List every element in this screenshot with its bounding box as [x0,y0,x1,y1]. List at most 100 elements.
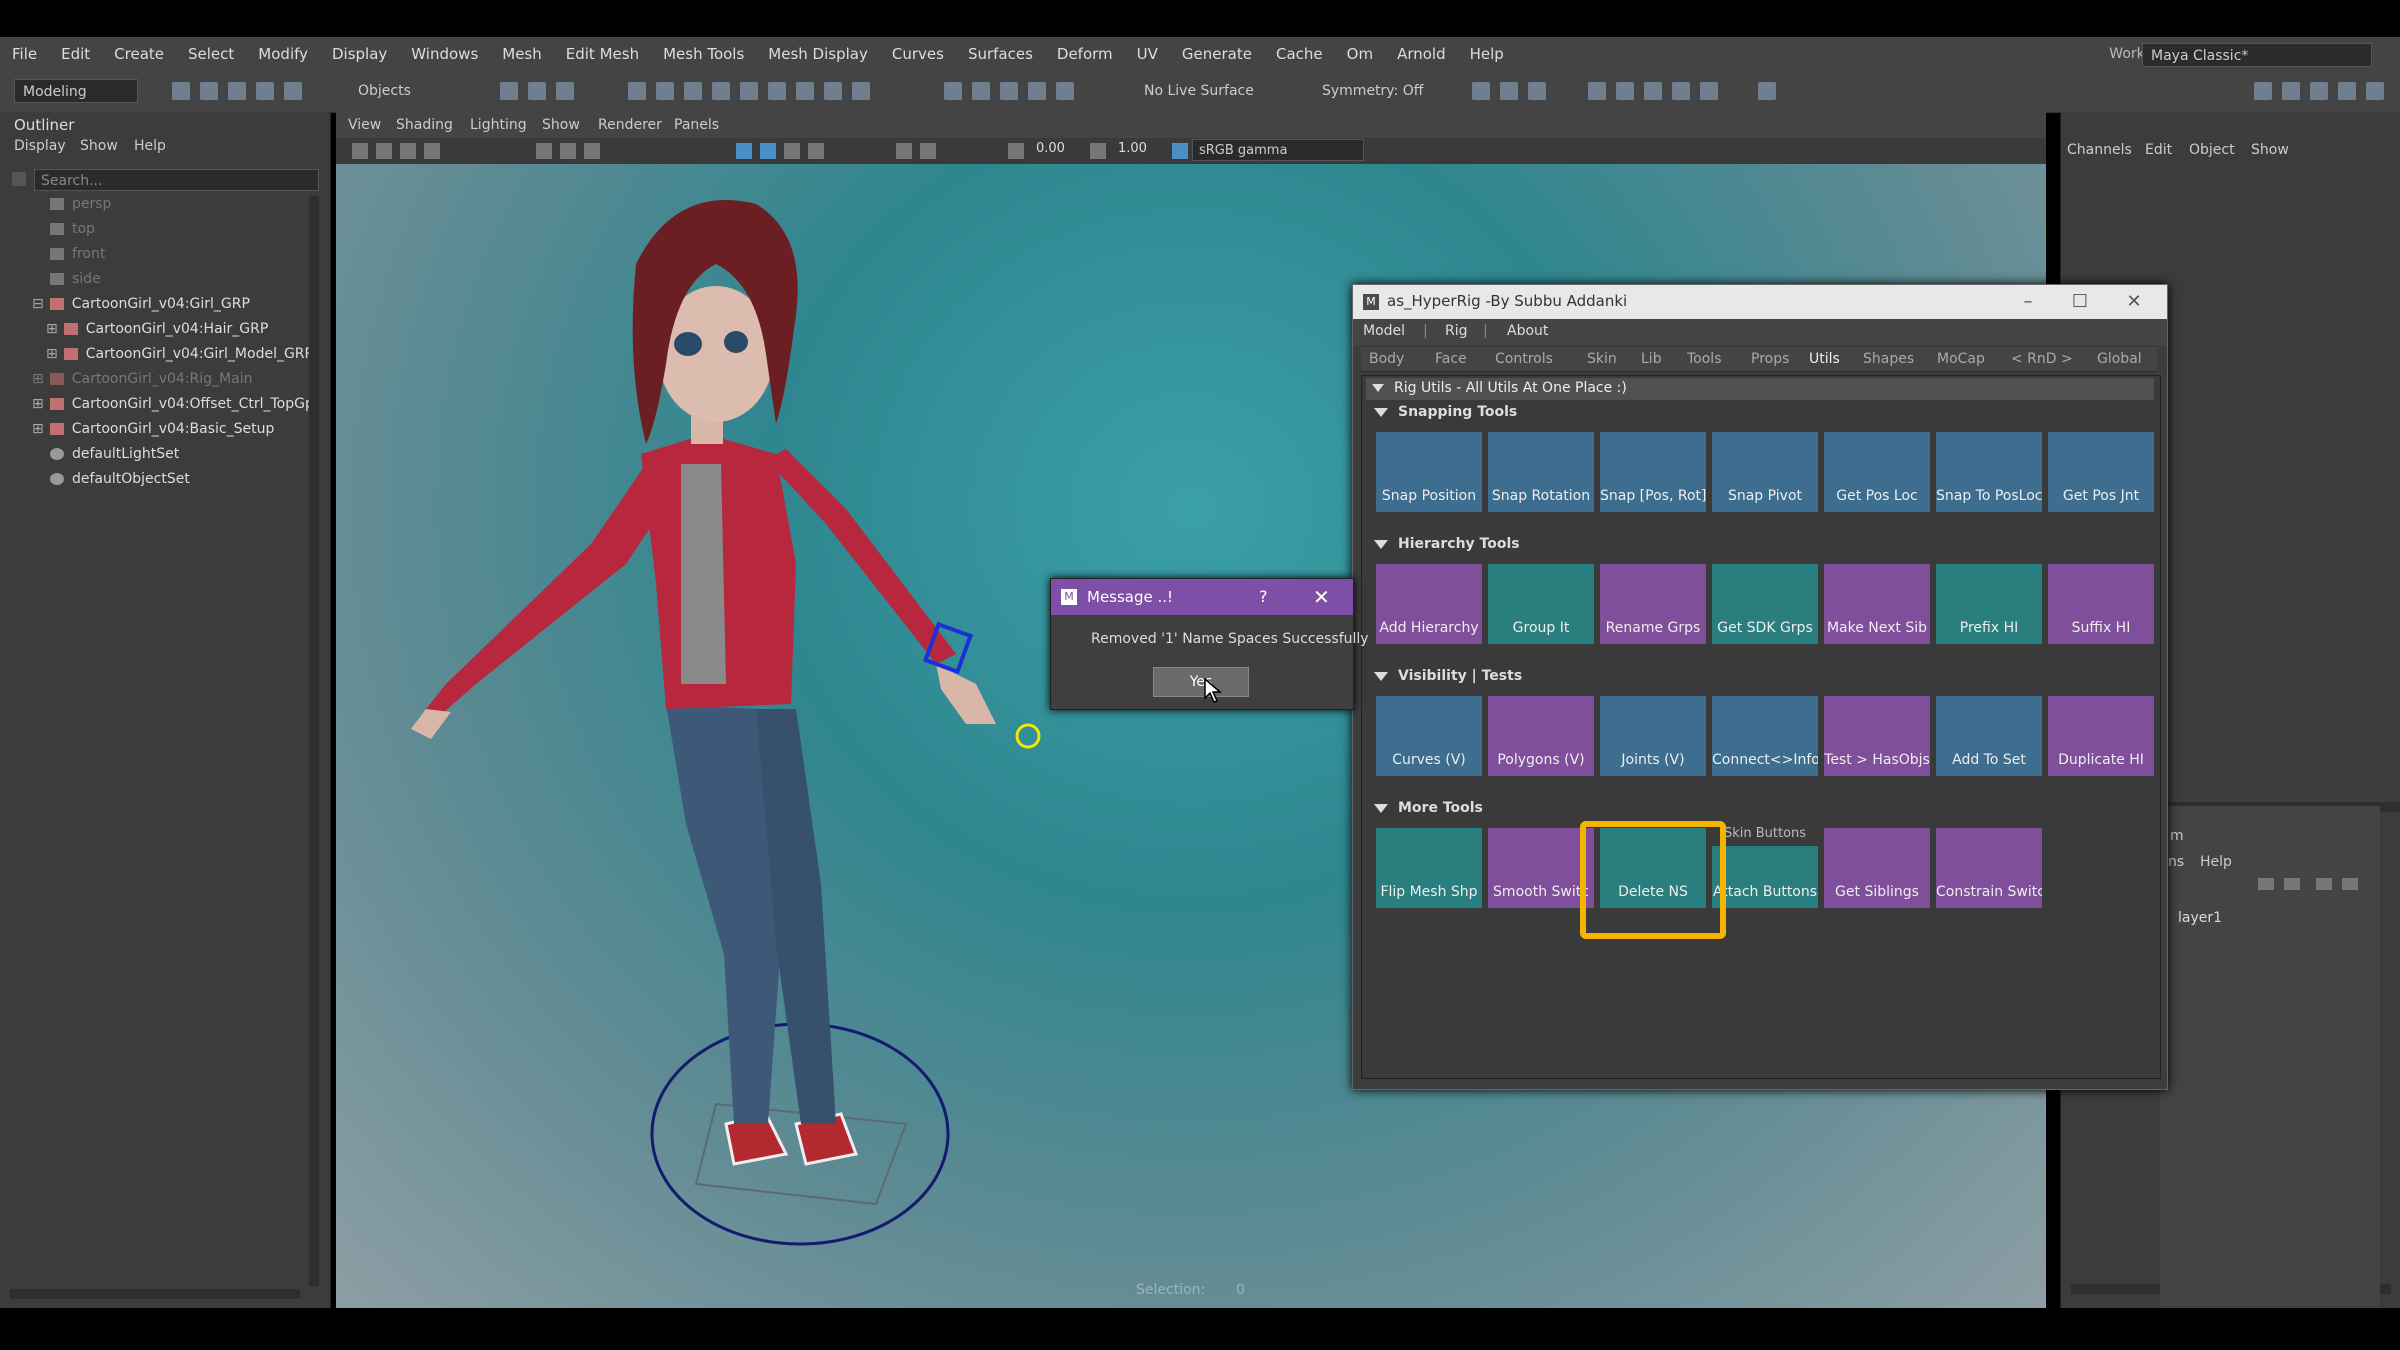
gamma-icon[interactable] [1090,143,1106,159]
menu-help[interactable]: Help [1458,45,1516,63]
get-sdk-grps-button[interactable]: Get SDK Grps [1712,564,1818,644]
layout-four-icon[interactable] [1616,82,1634,100]
attach-buttons-button[interactable]: Attach Buttons [1712,846,1818,908]
ik-control[interactable] [1015,723,1041,749]
section-hierarchy-tools[interactable]: Hierarchy Tools [1374,536,1520,552]
tab-shapes[interactable]: Shapes [1863,351,1914,367]
snap-face-icon[interactable] [824,82,842,100]
grid-toggle-icon[interactable] [536,143,552,159]
textured-icon[interactable] [784,143,800,159]
layout-stack-icon[interactable] [1672,82,1690,100]
menu-windows[interactable]: Windows [399,45,490,63]
expand-icon[interactable]: ⊞ [46,321,58,337]
viewport-menu-view[interactable]: View [348,117,381,133]
menu-mesh-tools[interactable]: Mesh Tools [651,45,756,63]
outliner-item-basic-setup[interactable]: ⊞ CartoonGirl_v04:Basic_Setup [32,421,274,437]
smooth-shade-icon[interactable] [760,143,776,159]
new-layer-selected-icon[interactable] [2342,878,2358,890]
tab-props[interactable]: Props [1751,351,1789,367]
rig-utils-header[interactable]: Rig Utils - All Utils At One Place :) [1366,378,2154,400]
snap-view-icon[interactable] [712,82,730,100]
snap-edge-icon[interactable] [796,82,814,100]
tab-face[interactable]: Face [1435,351,1467,367]
outliner-horizontal-scrollbar[interactable] [10,1289,300,1299]
snap-position-button[interactable]: Snap Position [1376,432,1482,512]
menu-select[interactable]: Select [176,45,246,63]
constrain-switch-button[interactable]: Constrain Switcl [1936,828,2042,908]
tab-controls[interactable]: Controls [1495,351,1553,367]
attribute-editor-icon[interactable] [2282,82,2300,100]
tab-utils[interactable]: Utils [1809,351,1840,367]
suffix-hi-button[interactable]: Suffix HI [2048,564,2154,644]
section-snapping-tools[interactable]: Snapping Tools [1374,404,1517,420]
open-scene-icon[interactable] [200,82,218,100]
outliner-search-input[interactable]: Search... [34,169,319,191]
snap-rotation-button[interactable]: Snap Rotation [1488,432,1594,512]
menu-surfaces[interactable]: Surfaces [956,45,1045,63]
xray-icon[interactable] [920,143,936,159]
menu-cache[interactable]: Cache [1264,45,1335,63]
layout-side-icon[interactable] [1644,82,1662,100]
snap-grid-icon[interactable] [628,82,646,100]
hyperrig-menu-rig[interactable]: Rig [1445,323,1468,339]
expand-icon[interactable]: ⊞ [46,346,58,362]
joints-visibility-button[interactable]: Joints (V) [1600,696,1706,776]
workspace-select[interactable]: Maya Classic* [2142,43,2372,67]
objects-select[interactable]: Objects [358,83,411,99]
save-scene-icon[interactable] [228,82,246,100]
smooth-switch-button[interactable]: Smooth Switc [1488,828,1594,908]
test-hasobjs-button[interactable]: Test > HasObjs [1824,696,1930,776]
lock-icon[interactable] [852,82,870,100]
outliner-item-rig-main[interactable]: ⊞ CartoonGirl_v04:Rig_Main [32,371,252,387]
lasso-tool-icon[interactable] [528,82,546,100]
tool-settings-icon[interactable] [1528,82,1546,100]
close-icon[interactable]: ✕ [2119,289,2149,315]
layer-menu-options[interactable]: ns [2168,854,2184,870]
outliner-menu-show[interactable]: Show [80,138,118,154]
history-icon[interactable] [944,82,962,100]
rename-grps-button[interactable]: Rename Grps [1600,564,1706,644]
live-surface-select[interactable]: No Live Surface [1144,83,1254,99]
layer-menu-help[interactable]: Help [2200,854,2232,870]
layer-move-up-icon[interactable] [2258,878,2274,890]
hyperrig-menu-model[interactable]: Model [1363,323,1405,339]
camera-select-icon[interactable] [352,143,368,159]
menu-arnold[interactable]: Arnold [1385,45,1458,63]
outliner-item-side[interactable]: side [50,271,101,287]
tab-global[interactable]: Global [2097,351,2142,367]
duplicate-hi-button[interactable]: Duplicate HI [2048,696,2154,776]
snap-curve-icon[interactable] [656,82,674,100]
outliner-menu-display[interactable]: Display [14,138,66,154]
menu-deform[interactable]: Deform [1045,45,1125,63]
channel-menu-show[interactable]: Show [2251,142,2289,158]
expand-icon[interactable]: ⊞ [32,371,44,387]
get-siblings-button[interactable]: Get Siblings [1824,828,1930,908]
ipr-icon[interactable] [1000,82,1018,100]
tab-lib[interactable]: Lib [1641,351,1662,367]
menu-uv[interactable]: UV [1125,45,1170,63]
render-icon[interactable] [972,82,990,100]
viewport-menu-renderer[interactable]: Renderer [598,117,662,133]
menu-file[interactable]: File [0,45,49,63]
tab-rnd[interactable]: < RnD > [2011,351,2073,367]
add-hierarchy-button[interactable]: Add Hierarchy [1376,564,1482,644]
tab-skin[interactable]: Skin [1587,351,1617,367]
flip-mesh-shp-button[interactable]: Flip Mesh Shp [1376,828,1482,908]
channel-menu-edit[interactable]: Edit [2145,142,2172,158]
symmetry-select[interactable]: Symmetry: Off [1322,83,1423,99]
wireframe-icon[interactable] [736,143,752,159]
section-more-tools[interactable]: More Tools [1374,800,1483,816]
outliner-item-hair-grp[interactable]: ⊞ CartoonGirl_v04:Hair_GRP [46,321,268,337]
snap-pivot-button[interactable]: Snap Pivot [1712,432,1818,512]
sidebar-toggle-icon[interactable] [1472,82,1490,100]
layout-custom-icon[interactable] [1700,82,1718,100]
prefix-hi-button[interactable]: Prefix HI [1936,564,2042,644]
expand-icon[interactable]: ⊞ [32,396,44,412]
snap-pos-rot-button[interactable]: Snap [Pos, Rot] [1600,432,1706,512]
resolution-gate-icon[interactable] [584,143,600,159]
tab-body[interactable]: Body [1369,351,1404,367]
layer-row[interactable]: layer1 [2168,906,2368,930]
side-tab-channel-box[interactable] [2381,122,2399,322]
script-editor-icon[interactable] [1758,82,1776,100]
group-it-button[interactable]: Group It [1488,564,1594,644]
